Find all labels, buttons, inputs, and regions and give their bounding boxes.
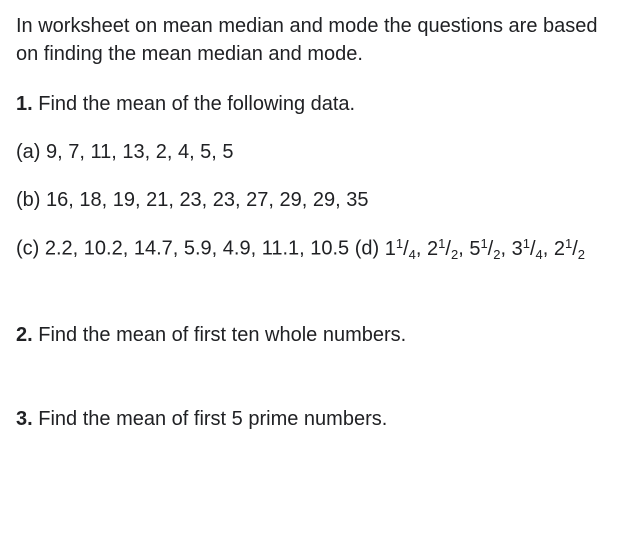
fraction-4: 31/4: [512, 238, 543, 260]
fraction-1: 11/4: [385, 238, 416, 260]
question-1-text: Find the mean of the following data.: [38, 93, 355, 115]
question-2-heading: 2. Find the mean of first ten whole numb…: [16, 321, 607, 349]
question-1-b: (b) 16, 18, 19, 21, 23, 23, 27, 29, 29, …: [16, 186, 607, 214]
question-3-text: Find the mean of first 5 prime numbers.: [38, 408, 387, 430]
question-2-text: Find the mean of first ten whole numbers…: [38, 324, 406, 346]
question-1-heading: 1. Find the mean of the following data.: [16, 90, 607, 118]
question-1-c-prefix: (c) 2.2, 10.2, 14.7, 5.9, 4.9, 11.1, 10.…: [16, 238, 385, 260]
question-3-number: 3.: [16, 408, 33, 430]
question-1-a: (a) 9, 7, 11, 13, 2, 4, 5, 5: [16, 138, 607, 166]
question-1-number: 1.: [16, 93, 33, 115]
fraction-5: 21/2: [554, 238, 585, 260]
intro-text: In worksheet on mean median and mode the…: [16, 12, 607, 68]
fraction-3: 51/2: [469, 238, 500, 260]
question-3-heading: 3. Find the mean of first 5 prime number…: [16, 405, 607, 433]
fraction-2: 21/2: [427, 238, 458, 260]
question-1-c-d: (c) 2.2, 10.2, 14.7, 5.9, 4.9, 11.1, 10.…: [16, 234, 607, 265]
question-2-number: 2.: [16, 324, 33, 346]
